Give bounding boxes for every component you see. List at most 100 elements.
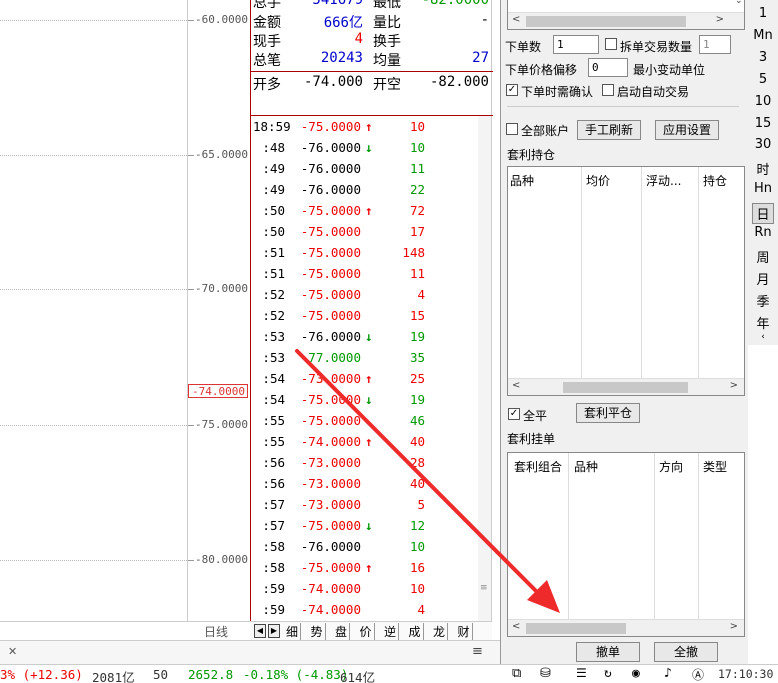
period-option[interactable]: 30 xyxy=(748,137,778,152)
scroll-grip-icon[interactable]: ≡ xyxy=(480,583,489,593)
all-accounts-checkbox[interactable] xyxy=(506,123,518,135)
tick-price: -75.0000 xyxy=(300,203,361,218)
price-offset-input[interactable]: 0 xyxy=(588,58,628,77)
orders-col-symbol[interactable]: 品种 xyxy=(574,458,598,475)
auto-trade-checkbox[interactable] xyxy=(602,84,614,96)
manual-refresh-button[interactable]: 手工刷新 xyxy=(577,120,641,140)
period-option[interactable]: 时 xyxy=(748,159,778,178)
tick-row: :56 -73.0000 28 xyxy=(251,455,487,476)
period-option[interactable]: Hn xyxy=(748,181,778,196)
tick-volume: 11 xyxy=(409,161,425,176)
cancel-all-button[interactable]: 全撤 xyxy=(654,642,718,662)
period-option[interactable]: 1 xyxy=(748,6,778,21)
tick-row: 18:59 -75.0000 ↑ 10 xyxy=(251,119,487,140)
period-option[interactable]: 10 xyxy=(748,94,778,109)
period-option[interactable]: Mn xyxy=(748,28,778,43)
positions-col-qty[interactable]: 持仓 xyxy=(703,172,727,189)
positions-col-float[interactable]: 浮动... xyxy=(646,172,681,189)
horizontal-scrollbar[interactable]: < > xyxy=(508,12,744,29)
confirm-checkbox[interactable]: ✓ xyxy=(506,84,518,96)
ai-icon[interactable]: Ⓐ xyxy=(692,666,704,683)
scroll-thumb[interactable] xyxy=(563,382,688,393)
tab-prev-button[interactable]: ◀ xyxy=(254,624,266,638)
open-interest-row: 开多 -74.000 开空 -82.000 xyxy=(253,74,489,95)
orders-col-combo[interactable]: 套利组合 xyxy=(514,458,562,475)
scroll-thumb[interactable] xyxy=(526,16,686,27)
cancel-order-button[interactable]: 撤单 xyxy=(576,642,640,662)
tick-volume: 22 xyxy=(409,182,425,197)
split-qty-input[interactable]: 1 xyxy=(699,35,731,54)
tick-row: :57 -75.0000 ↓ 12 xyxy=(251,518,487,539)
period-option[interactable]: 5 xyxy=(748,72,778,87)
period-option[interactable]: 日 xyxy=(752,203,774,225)
horizontal-scrollbar[interactable]: < > xyxy=(508,378,744,395)
scroll-right-icon[interactable]: > xyxy=(730,380,738,391)
y-tick xyxy=(188,425,194,426)
orders-col-direction[interactable]: 方向 xyxy=(659,458,683,475)
positions-col-symbol[interactable]: 品种 xyxy=(510,172,534,189)
positions-list[interactable]: 品种 均价 浮动... 持仓 < > xyxy=(507,166,745,396)
horizontal-scrollbar[interactable]: < > xyxy=(508,619,744,636)
close-icon[interactable]: ✕ xyxy=(8,645,17,658)
open-long-value: -74.000 xyxy=(303,74,363,90)
tick-price: -75.0000 xyxy=(300,308,361,323)
clock: 17:10:30 xyxy=(718,667,774,681)
scroll-left-icon[interactable]: < xyxy=(512,14,520,25)
orders-col-type[interactable]: 类型 xyxy=(703,458,727,475)
arbitrage-close-button[interactable]: 套利平仓 xyxy=(576,403,640,423)
detail-tab[interactable]: 价 xyxy=(358,623,375,640)
open-short-value: -82.000 xyxy=(429,74,489,90)
scroll-right-icon[interactable]: > xyxy=(730,621,738,632)
top-list[interactable]: < > xyxy=(507,0,745,30)
apply-settings-button[interactable]: 应用设置 xyxy=(655,120,719,140)
database-icon[interactable]: ⛁ xyxy=(540,666,551,681)
link-icon[interactable]: ⧉ xyxy=(512,666,521,681)
tick-price: -75.0000 xyxy=(300,224,361,239)
positions-col-avg[interactable]: 均价 xyxy=(586,172,610,189)
tick-row: :54 -75.0000 ↓ 19 xyxy=(251,392,487,413)
tick-volume: 10 xyxy=(409,581,425,596)
scroll-right-icon[interactable]: > xyxy=(716,14,724,25)
detail-tab[interactable]: 逆 xyxy=(382,623,400,640)
tick-price: -76.0000 xyxy=(300,161,361,176)
detail-tab[interactable]: 势 xyxy=(309,623,326,640)
period-option[interactable]: 周 xyxy=(748,247,778,266)
min-unit-label: 最小变动单位 xyxy=(633,63,706,77)
arrow-down-icon: ↓ xyxy=(365,518,373,533)
order-qty-input[interactable]: 1 xyxy=(553,35,599,54)
split-order-checkbox[interactable] xyxy=(605,38,617,50)
tick-time: :50 xyxy=(262,203,285,218)
detail-tab[interactable]: 盘 xyxy=(333,623,351,640)
detail-tab[interactable]: 成 xyxy=(407,623,424,640)
period-option[interactable]: 月 xyxy=(748,269,778,288)
tab-next-button[interactable]: ▶ xyxy=(268,624,280,638)
period-option[interactable]: 3 xyxy=(748,50,778,65)
detail-tab[interactable]: 财 xyxy=(456,623,473,640)
tick-time: :58 xyxy=(262,539,285,554)
quote-value: 4 xyxy=(354,31,363,47)
scroll-left-icon[interactable]: < xyxy=(512,380,520,391)
close-all-checkbox[interactable]: ✓ xyxy=(508,408,520,420)
scroll-left-icon[interactable]: < xyxy=(512,621,520,632)
detail-tab[interactable]: 龙 xyxy=(431,623,449,640)
tick-time: :54 xyxy=(262,392,285,407)
scroll-up-icon[interactable]: ⌄ xyxy=(735,0,747,10)
period-option[interactable]: 15 xyxy=(748,116,778,131)
period-option[interactable]: Rn xyxy=(748,225,778,240)
orders-list[interactable]: 套利组合 品种 方向 类型 < > xyxy=(507,452,745,637)
chat-icon[interactable]: ◉ xyxy=(632,666,640,681)
period-option[interactable]: 年 xyxy=(748,313,778,332)
period-option[interactable]: 季 xyxy=(748,291,778,310)
menu-icon[interactable]: ≡ xyxy=(472,644,483,659)
tick-row: :51 -75.0000 11 xyxy=(251,266,487,287)
tick-scrollbar[interactable] xyxy=(478,116,491,621)
bell-icon[interactable]: ♪ xyxy=(664,666,672,681)
list-icon[interactable]: ☰ xyxy=(576,666,587,680)
collapse-icon[interactable]: ‹ xyxy=(748,332,778,342)
tick-volume: 28 xyxy=(409,455,425,470)
price-chart[interactable]: -60.0000 -65.0000 -70.0000 -75.0000 -80.0000… xyxy=(0,0,250,640)
refresh-icon[interactable]: ↻ xyxy=(604,666,612,681)
scroll-thumb[interactable] xyxy=(526,623,626,634)
period-label: 日线 xyxy=(204,625,229,639)
detail-tab[interactable]: 细 xyxy=(284,623,302,640)
